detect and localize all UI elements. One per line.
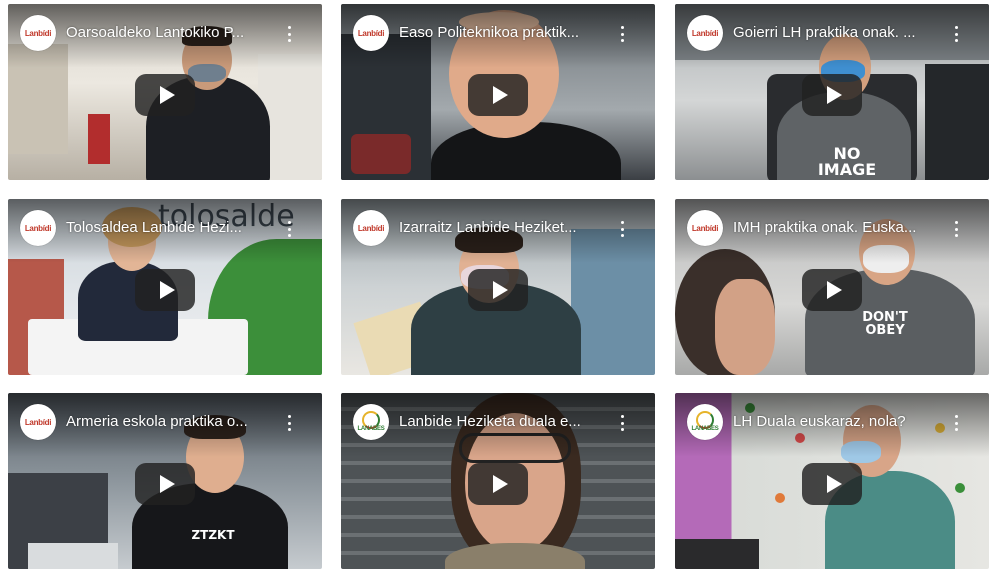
video-title[interactable]: Easo Politeknikoa praktik...	[399, 24, 613, 42]
play-icon	[826, 281, 842, 299]
video-tile-6[interactable]: DON'T OBEY Lanbídi IMH praktika onak. Eu…	[675, 199, 989, 375]
play-icon	[492, 475, 508, 493]
more-vert-icon[interactable]	[617, 219, 627, 239]
more-vert-icon[interactable]	[284, 24, 294, 44]
video-title[interactable]: Oarsoaldeko Lantokiko P...	[66, 24, 280, 42]
play-icon	[826, 475, 842, 493]
channel-avatar[interactable]: LANABES	[687, 404, 723, 440]
video-tile-2[interactable]: Lanbídi Easo Politeknikoa praktik...	[341, 4, 655, 180]
video-title[interactable]: Izarraitz Lanbide Heziket...	[399, 219, 613, 237]
play-button[interactable]	[802, 463, 862, 505]
play-icon	[492, 281, 508, 299]
video-title[interactable]: Lanbide Heziketa duala e...	[399, 413, 613, 431]
shirt-print: ZTZKT	[191, 528, 235, 542]
video-tile-3[interactable]: NO IMAGE Lanbídi Goierri LH praktika ona…	[675, 4, 989, 180]
more-vert-icon[interactable]	[617, 24, 627, 44]
video-tile-4[interactable]: tolosalde Lanbídi Tolosaldea Lanbide Hez…	[8, 199, 322, 375]
video-tile-1[interactable]: Lanbídi Oarsoaldeko Lantokiko P...	[8, 4, 322, 180]
more-vert-icon[interactable]	[951, 24, 961, 44]
video-title[interactable]: Armeria eskola praktika o...	[66, 413, 280, 431]
channel-avatar[interactable]: LANABES	[353, 404, 389, 440]
more-vert-icon[interactable]	[951, 413, 961, 433]
play-button[interactable]	[135, 74, 195, 116]
video-title[interactable]: Tolosaldea Lanbide Hezi...	[66, 219, 280, 237]
channel-avatar[interactable]: Lanbídi	[687, 210, 723, 246]
play-button[interactable]	[468, 74, 528, 116]
more-vert-icon[interactable]	[284, 219, 294, 239]
play-icon	[159, 86, 175, 104]
play-icon	[826, 86, 842, 104]
more-vert-icon[interactable]	[284, 413, 294, 433]
channel-avatar[interactable]: Lanbídi	[20, 404, 56, 440]
channel-avatar[interactable]: Lanbídi	[20, 15, 56, 51]
more-vert-icon[interactable]	[951, 219, 961, 239]
play-button[interactable]	[468, 463, 528, 505]
channel-avatar[interactable]: Lanbídi	[687, 15, 723, 51]
video-tile-8[interactable]: LANABES Lanbide Heziketa duala e...	[341, 393, 655, 569]
video-tile-9[interactable]: LANABES LH Duala euskaraz, nola?	[675, 393, 989, 569]
channel-avatar[interactable]: Lanbídi	[353, 15, 389, 51]
shirt-print: NO IMAGE	[817, 144, 877, 179]
video-title[interactable]: LH Duala euskaraz, nola?	[733, 413, 947, 431]
video-title[interactable]: IMH praktika onak. Euska...	[733, 219, 947, 237]
play-button[interactable]	[135, 463, 195, 505]
shirt-print: DON'T OBEY	[862, 310, 908, 338]
video-grid: Lanbídi Oarsoaldeko Lantokiko P... Lanbí…	[0, 0, 992, 569]
video-tile-7[interactable]: ZTZKT Lanbídi Armeria eskola praktika o.…	[8, 393, 322, 569]
video-title[interactable]: Goierri LH praktika onak. ...	[733, 24, 947, 42]
video-tile-5[interactable]: Lanbídi Izarraitz Lanbide Heziket...	[341, 199, 655, 375]
play-icon	[492, 86, 508, 104]
play-icon	[159, 281, 175, 299]
play-button[interactable]	[802, 269, 862, 311]
channel-avatar[interactable]: Lanbídi	[20, 210, 56, 246]
play-button[interactable]	[802, 74, 862, 116]
play-icon	[159, 475, 175, 493]
play-button[interactable]	[468, 269, 528, 311]
channel-avatar[interactable]: Lanbídi	[353, 210, 389, 246]
play-button[interactable]	[135, 269, 195, 311]
more-vert-icon[interactable]	[617, 413, 627, 433]
